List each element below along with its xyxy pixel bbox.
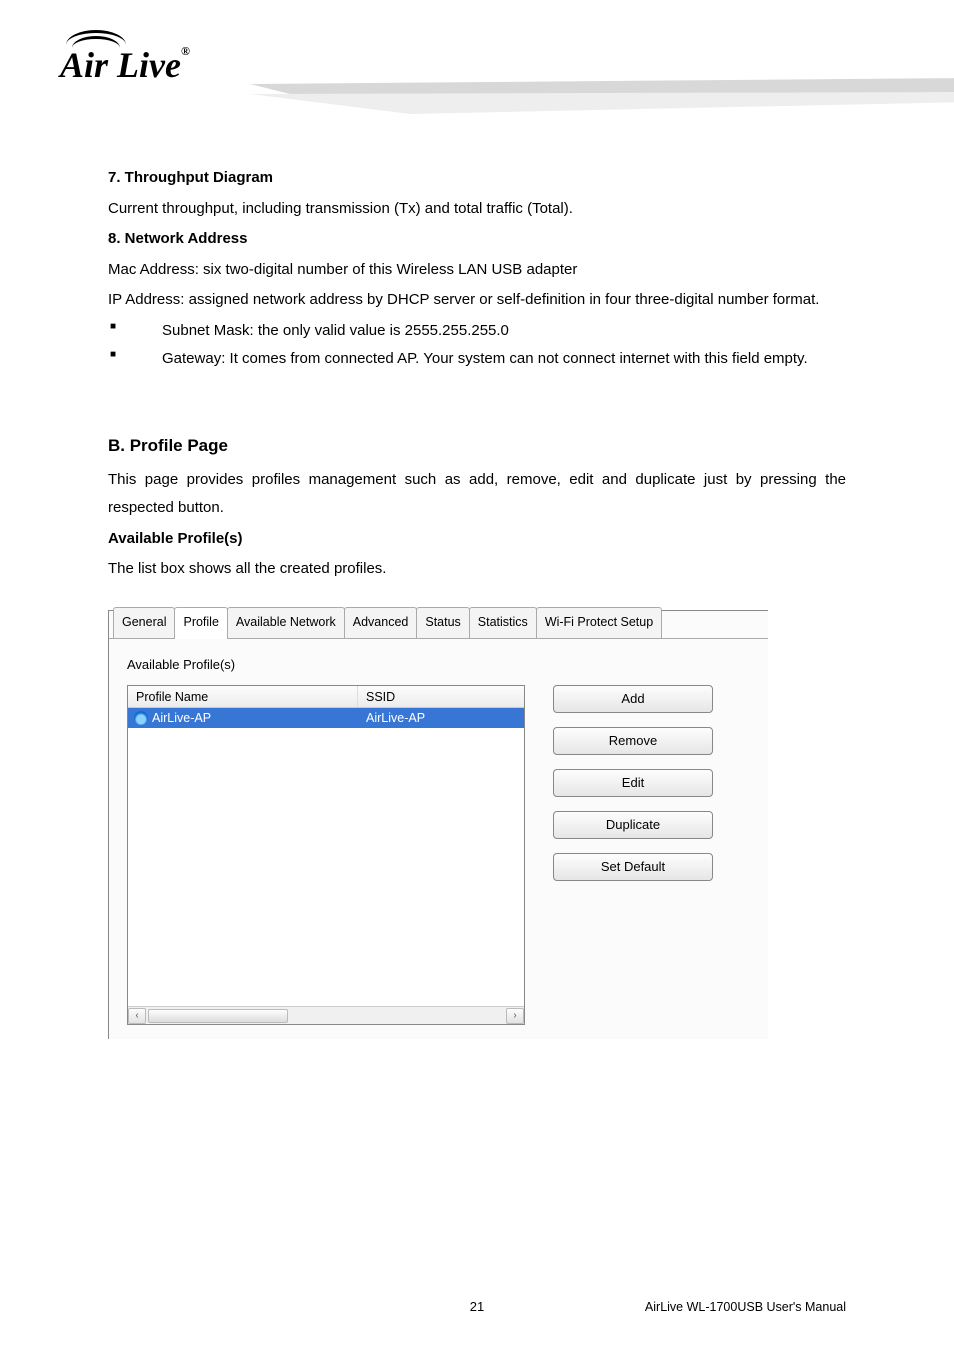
horizontal-scrollbar[interactable]: ‹ › <box>128 1006 524 1024</box>
network-bullets: Subnet Mask: the only valid value is 255… <box>108 317 846 374</box>
tab-wps[interactable]: Wi-Fi Protect Setup <box>536 607 662 638</box>
bullet-subnet: Subnet Mask: the only valid value is 255… <box>108 317 846 346</box>
heading-network-address: 8. Network Address <box>108 225 846 254</box>
scroll-left-arrow-icon[interactable]: ‹ <box>128 1008 146 1024</box>
add-button[interactable]: Add <box>553 685 713 713</box>
profile-area: Profile Name SSID AirLive-AP AirLive-AP <box>127 685 754 1025</box>
tab-advanced[interactable]: Advanced <box>344 607 418 638</box>
profile-dialog: General Profile Available Network Advanc… <box>108 610 768 1040</box>
list-body: AirLive-AP AirLive-AP <box>128 708 524 1006</box>
edit-button[interactable]: Edit <box>553 769 713 797</box>
text-throughput-body: Current throughput, including transmissi… <box>108 195 846 224</box>
cell-profile-name: AirLive-AP <box>128 708 358 728</box>
heading-available-profiles: Available Profile(s) <box>108 525 846 554</box>
heading-throughput: 7. Throughput Diagram <box>108 164 846 193</box>
airlive-logo: Air Live® <box>60 30 190 86</box>
list-row[interactable]: AirLive-AP AirLive-AP <box>128 708 524 728</box>
profile-panel: Available Profile(s) Profile Name SSID A… <box>109 639 768 1040</box>
text-mac-address: Mac Address: six two-digital number of t… <box>108 256 846 285</box>
profile-listbox[interactable]: Profile Name SSID AirLive-AP AirLive-AP <box>127 685 525 1025</box>
set-default-button[interactable]: Set Default <box>553 853 713 881</box>
cell-ssid: AirLive-AP <box>358 708 524 728</box>
header-swoosh <box>250 78 954 128</box>
tab-statistics[interactable]: Statistics <box>469 607 537 638</box>
page-content: 7. Throughput Diagram Current throughput… <box>0 140 954 1039</box>
text-profile-body: This page provides profiles management s… <box>108 466 846 523</box>
heading-profile-page: B. Profile Page <box>108 430 846 462</box>
profile-buttons: Add Remove Edit Duplicate Set Default <box>553 685 713 1025</box>
tab-status[interactable]: Status <box>416 607 469 638</box>
scroll-thumb[interactable] <box>148 1009 288 1023</box>
panel-label: Available Profile(s) <box>127 653 754 678</box>
logo-registered: ® <box>181 44 190 58</box>
footer-manual-title: AirLive WL-1700USB User's Manual <box>645 1300 846 1314</box>
list-header: Profile Name SSID <box>128 686 524 708</box>
text-available-profiles-body: The list box shows all the created profi… <box>108 555 846 584</box>
col-ssid[interactable]: SSID <box>358 686 524 707</box>
col-profile-name[interactable]: Profile Name <box>128 686 358 707</box>
remove-button[interactable]: Remove <box>553 727 713 755</box>
duplicate-button[interactable]: Duplicate <box>553 811 713 839</box>
tab-available-network[interactable]: Available Network <box>227 607 345 638</box>
tab-bar: General Profile Available Network Advanc… <box>109 611 768 639</box>
logo-arc-icon <box>66 30 126 46</box>
tab-profile[interactable]: Profile <box>174 607 227 639</box>
text-ip-address: IP Address: assigned network address by … <box>108 286 846 315</box>
wifi-icon <box>134 711 148 725</box>
scroll-right-arrow-icon[interactable]: › <box>506 1008 524 1024</box>
cell-profile-name-text: AirLive-AP <box>152 708 211 728</box>
page-header: Air Live® <box>0 0 954 140</box>
tab-general[interactable]: General <box>113 607 175 638</box>
bullet-gateway: Gateway: It comes from connected AP. You… <box>108 345 846 374</box>
logo-text: Air Live <box>60 45 181 85</box>
